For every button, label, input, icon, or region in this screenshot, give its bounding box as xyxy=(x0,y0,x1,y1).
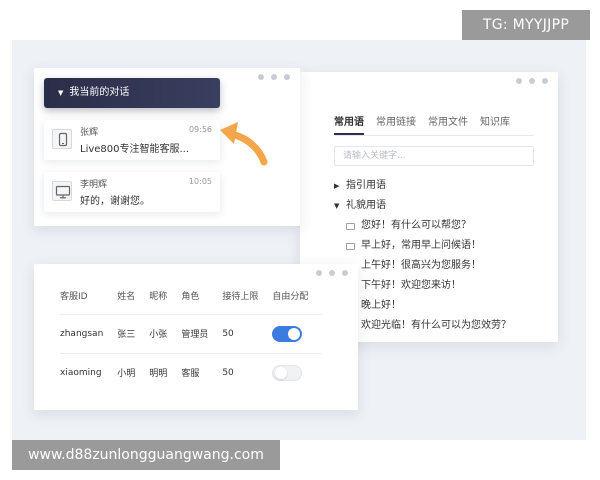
arrow-icon xyxy=(220,122,268,166)
conversation-name: 张辉 xyxy=(80,128,99,138)
conversation-message: 好的，谢谢您。 xyxy=(80,196,150,207)
cell-id: xiaoming xyxy=(60,367,102,378)
cell-limit: 50 xyxy=(222,314,273,354)
conversations-header-label: 我当前的对话 xyxy=(69,87,130,98)
group-label: 指引用语 xyxy=(346,180,386,191)
tab-common-phrases[interactable]: 常用语 xyxy=(334,112,364,135)
conversations-header[interactable]: ▼ 我当前的对话 xyxy=(44,78,220,108)
watermark-bottom: www.d88zunlongguangwang.com xyxy=(12,440,280,470)
mobile-icon xyxy=(52,129,72,149)
phrase-text: 欢迎光临！有什么可以为您效劳？ xyxy=(361,320,511,331)
column-header: 客服ID xyxy=(60,278,118,315)
phrase-text: 早上好，常用早上问候语！ xyxy=(361,240,481,251)
agents-table: 客服ID 姓名 昵称 角色 接待上限 自由分配 zhangsan 张三 小张 管… xyxy=(60,278,323,392)
column-header: 接待上限 xyxy=(222,278,273,315)
tab-common-links[interactable]: 常用链接 xyxy=(376,112,416,135)
group-polite-phrases[interactable]: ▼ 礼貌用语 xyxy=(334,196,544,216)
conversation-message: Live800专注智能客服... xyxy=(80,144,190,155)
caret-down-icon: ▼ xyxy=(334,202,340,210)
conversation-name: 李明辉 xyxy=(80,180,108,190)
cell-name: 张三 xyxy=(117,314,150,354)
cell-limit: 50 xyxy=(222,367,234,378)
cell-role: 管理员 xyxy=(181,314,223,354)
message-icon xyxy=(346,242,355,250)
phrase-item[interactable]: 上午好！很高兴为您服务！ xyxy=(334,256,544,276)
caret-down-icon: ▼ xyxy=(58,89,64,97)
conversation-item[interactable]: 李明辉 10:05 好的，谢谢您。 xyxy=(44,172,220,212)
window-controls xyxy=(316,270,348,276)
group-guide-phrases[interactable]: ▶ 指引用语 xyxy=(334,176,544,196)
auto-assign-toggle[interactable] xyxy=(272,325,303,342)
cell-id: zhangsan xyxy=(60,314,118,354)
phrase-item[interactable]: 您好！有什么可以帮您？ xyxy=(334,216,544,236)
window-controls xyxy=(258,74,290,80)
cell-nickname: 小张 xyxy=(149,314,182,354)
conversation-time: 10:05 xyxy=(188,177,212,186)
message-icon xyxy=(346,222,355,230)
cell-auto-assign xyxy=(272,353,322,392)
table-header-row: 客服ID 姓名 昵称 角色 接待上限 自由分配 xyxy=(60,278,323,315)
phrase-item[interactable]: 早上好，常用早上问候语！ xyxy=(334,236,544,256)
phrase-text: 上午好！很高兴为您服务！ xyxy=(361,260,481,271)
cell-name: 小明 xyxy=(117,369,136,380)
phrase-text: 下午好！欢迎您来访！ xyxy=(361,280,461,291)
window-controls xyxy=(516,78,548,84)
cell-nickname: 明明 xyxy=(149,369,168,380)
tab-knowledge-base[interactable]: 知识库 xyxy=(480,112,510,135)
phrase-text: 您好！有什么可以帮您？ xyxy=(361,220,471,231)
column-header: 自由分配 xyxy=(272,278,323,315)
table-row: zhangsan 张三 小张 管理员 50 xyxy=(60,314,323,354)
phrases-tabs: 常用语 常用链接 常用文件 知识库 xyxy=(334,112,534,136)
search-input[interactable]: 请输入关键字... xyxy=(334,146,534,166)
column-header: 姓名 xyxy=(117,278,150,315)
phrase-item[interactable]: 下午好！欢迎您来访！ xyxy=(334,276,544,296)
column-header: 昵称 xyxy=(149,278,182,315)
phrase-item[interactable]: 晚上好！ xyxy=(334,296,544,316)
canvas: 常用语 常用链接 常用文件 知识库 请输入关键字... ▶ 指引用语 ▼ 礼貌用… xyxy=(0,0,600,480)
agents-window: 客服ID 姓名 昵称 角色 接待上限 自由分配 zhangsan 张三 小张 管… xyxy=(34,264,358,410)
desktop-icon xyxy=(52,181,72,201)
caret-right-icon: ▶ xyxy=(334,182,340,190)
watermark-top: TG: MYYJJPP xyxy=(462,10,590,40)
column-header: 角色 xyxy=(181,278,223,315)
cell-role: 客服 xyxy=(181,369,200,380)
tab-common-files[interactable]: 常用文件 xyxy=(428,112,468,135)
phrase-item[interactable]: 欢迎光临！有什么可以为您效劳？ xyxy=(334,316,544,336)
table-row: xiaoming 小明 明明 客服 50 xyxy=(60,353,322,392)
conversation-item[interactable]: 张辉 09:56 Live800专注智能客服... xyxy=(44,120,220,160)
auto-assign-toggle[interactable] xyxy=(272,364,303,381)
phrase-tree: ▶ 指引用语 ▼ 礼貌用语 您好！有什么可以帮您？ 早上好，常用早上问候语！ 上… xyxy=(334,176,544,336)
conversation-time: 09:56 xyxy=(188,125,212,134)
group-label: 礼貌用语 xyxy=(346,200,386,211)
cell-auto-assign xyxy=(272,314,323,354)
phrase-text: 晚上好！ xyxy=(361,300,401,311)
